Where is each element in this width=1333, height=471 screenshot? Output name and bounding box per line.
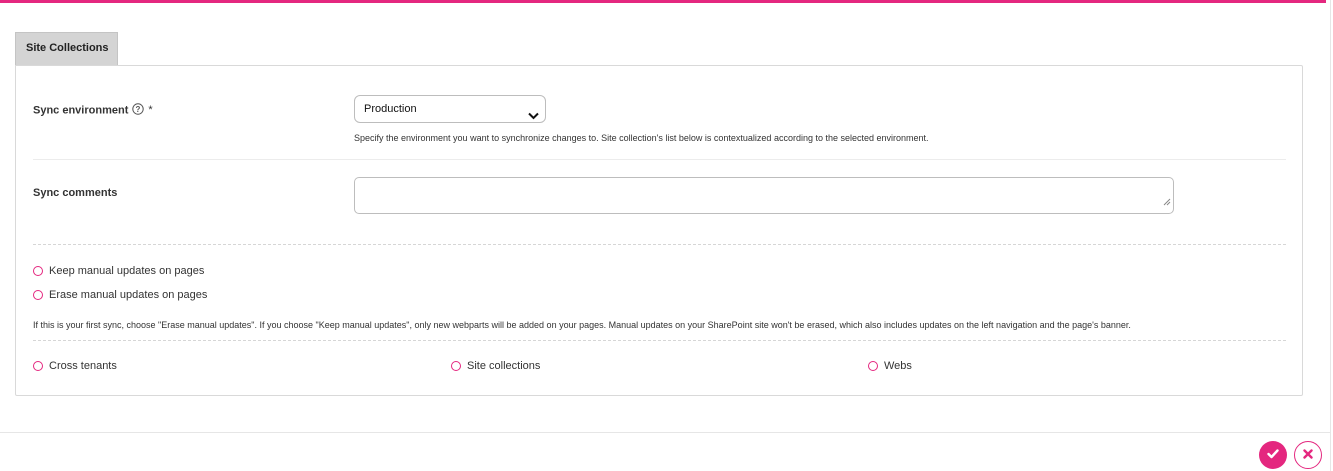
radio-circle-icon[interactable] (451, 361, 461, 371)
tab-site-collections[interactable]: Site Collections (15, 32, 118, 65)
dashed-divider (33, 340, 1286, 341)
radio-webs[interactable]: Webs (868, 360, 912, 372)
footer-divider (0, 432, 1330, 433)
radio-label: Erase manual updates on pages (49, 289, 208, 301)
site-collections-panel (15, 65, 1303, 396)
check-icon (1267, 446, 1279, 464)
radio-site-collections[interactable]: Site collections (451, 360, 540, 372)
sync-environment-value: Production (364, 103, 417, 115)
radio-cross-tenants[interactable]: Cross tenants (33, 360, 117, 372)
radio-label: Cross tenants (49, 360, 117, 372)
scrollbar-edge (1330, 0, 1331, 471)
divider (33, 159, 1286, 160)
radio-erase-manual-updates[interactable]: Erase manual updates on pages (33, 289, 207, 301)
sync-comments-label: Sync comments (33, 187, 118, 199)
radio-circle-icon[interactable] (33, 361, 43, 371)
top-accent-line (0, 0, 1326, 3)
sync-comments-textarea[interactable] (354, 177, 1174, 214)
help-icon[interactable]: ? (132, 103, 145, 118)
sync-environment-select[interactable]: Production (354, 95, 546, 123)
radio-keep-manual-updates[interactable]: Keep manual updates on pages (33, 265, 204, 277)
confirm-button[interactable] (1259, 441, 1287, 469)
radio-circle-icon[interactable] (33, 266, 43, 276)
radio-label: Site collections (467, 360, 541, 372)
radio-label: Keep manual updates on pages (49, 265, 205, 277)
sync-environment-text: Sync environment (33, 104, 129, 117)
resize-grip-icon[interactable] (1163, 193, 1171, 211)
cancel-button[interactable] (1294, 441, 1322, 469)
radio-label: Webs (884, 360, 912, 372)
close-icon (1303, 446, 1313, 464)
svg-text:?: ? (136, 105, 141, 114)
sync-environment-label: Sync environment? * (33, 103, 153, 118)
dashed-divider (33, 244, 1286, 245)
chevron-down-icon (528, 104, 539, 130)
sync-environment-hint: Specify the environment you want to sync… (354, 133, 929, 143)
radio-circle-icon[interactable] (868, 361, 878, 371)
required-asterisk: * (148, 104, 153, 117)
update-mode-hint: If this is your first sync, choose "Eras… (33, 320, 1131, 330)
radio-circle-icon[interactable] (33, 290, 43, 300)
